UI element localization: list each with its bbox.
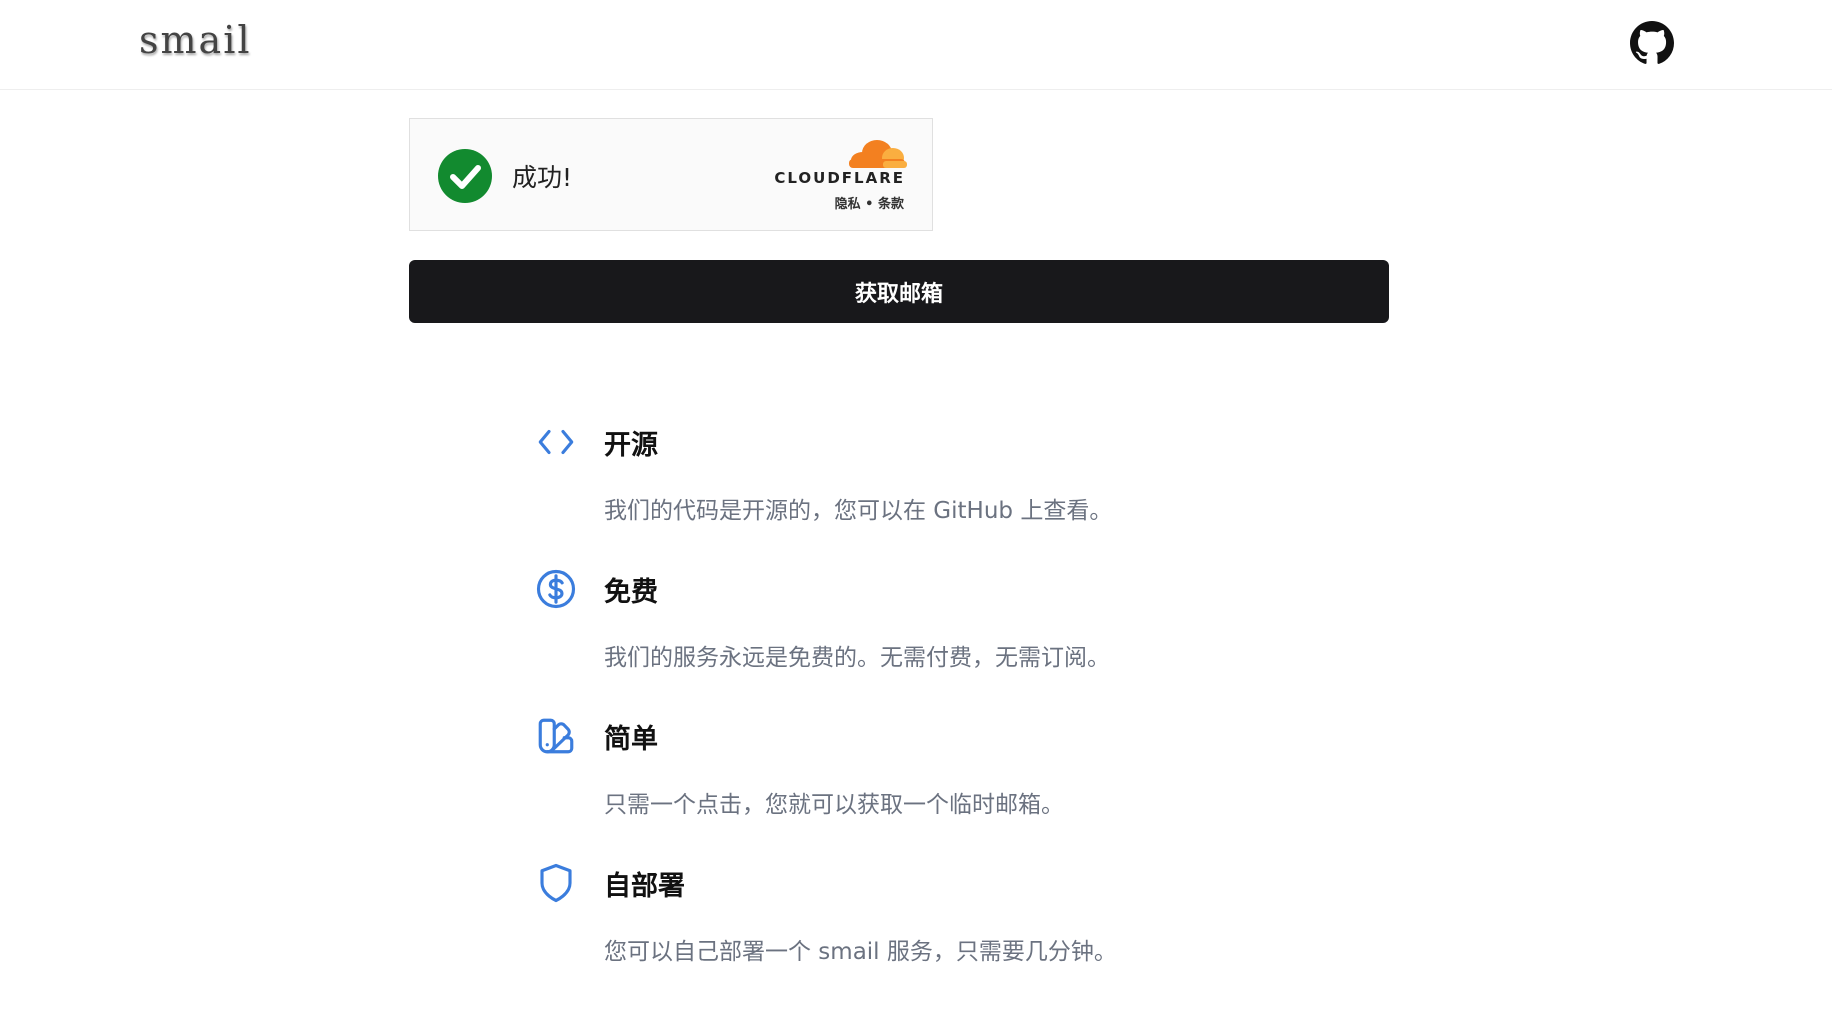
feature-title: 免费 xyxy=(604,577,658,608)
feature-title: 简单 xyxy=(604,724,658,755)
swatch-book-icon xyxy=(538,718,574,754)
feature-description: 只需一个点击，您就可以获取一个临时邮箱。 xyxy=(604,792,1064,818)
captcha-links: 隐私 • 条款 xyxy=(835,193,904,212)
cloudflare-brand: CLOUDFLARE xyxy=(774,169,905,187)
feature-description: 我们的服务永远是免费的。无需付费，无需订阅。 xyxy=(604,645,1110,671)
feature-simple: 简单 只需一个点击，您就可以获取一个临时邮箱。 xyxy=(535,715,1335,835)
success-check-icon xyxy=(438,149,492,203)
feature-title: 自部署 xyxy=(604,871,685,902)
shield-icon xyxy=(540,863,572,903)
terms-link[interactable]: 条款 xyxy=(878,197,904,212)
cloudflare-turnstile-widget[interactable]: 成功! CLOUDFLARE 隐私 • 条款 xyxy=(409,118,933,231)
get-email-button[interactable]: 获取邮箱 xyxy=(409,260,1389,323)
code-icon xyxy=(538,429,574,455)
cloudflare-cloud-icon xyxy=(849,140,907,168)
feature-description: 我们的代码是开源的，您可以在 GitHub 上查看。 xyxy=(604,498,1113,524)
link-separator: • xyxy=(865,197,874,212)
privacy-link[interactable]: 隐私 xyxy=(835,197,861,212)
header: smail xyxy=(0,0,1832,90)
site-logo[interactable]: smail xyxy=(139,18,252,62)
feature-open-source: 开源 我们的代码是开源的，您可以在 GitHub 上查看。 xyxy=(535,421,1335,541)
github-icon[interactable] xyxy=(1630,21,1674,65)
feature-title: 开源 xyxy=(604,430,658,461)
dollar-circle-icon xyxy=(536,569,576,609)
feature-self-hosted: 自部署 您可以自己部署一个 smail 服务，只需要几分钟。 xyxy=(535,862,1335,982)
captcha-status-text: 成功! xyxy=(512,163,573,192)
feature-free: 免费 我们的服务永远是免费的。无需付费，无需订阅。 xyxy=(535,568,1335,688)
feature-description: 您可以自己部署一个 smail 服务，只需要几分钟。 xyxy=(604,939,1117,965)
